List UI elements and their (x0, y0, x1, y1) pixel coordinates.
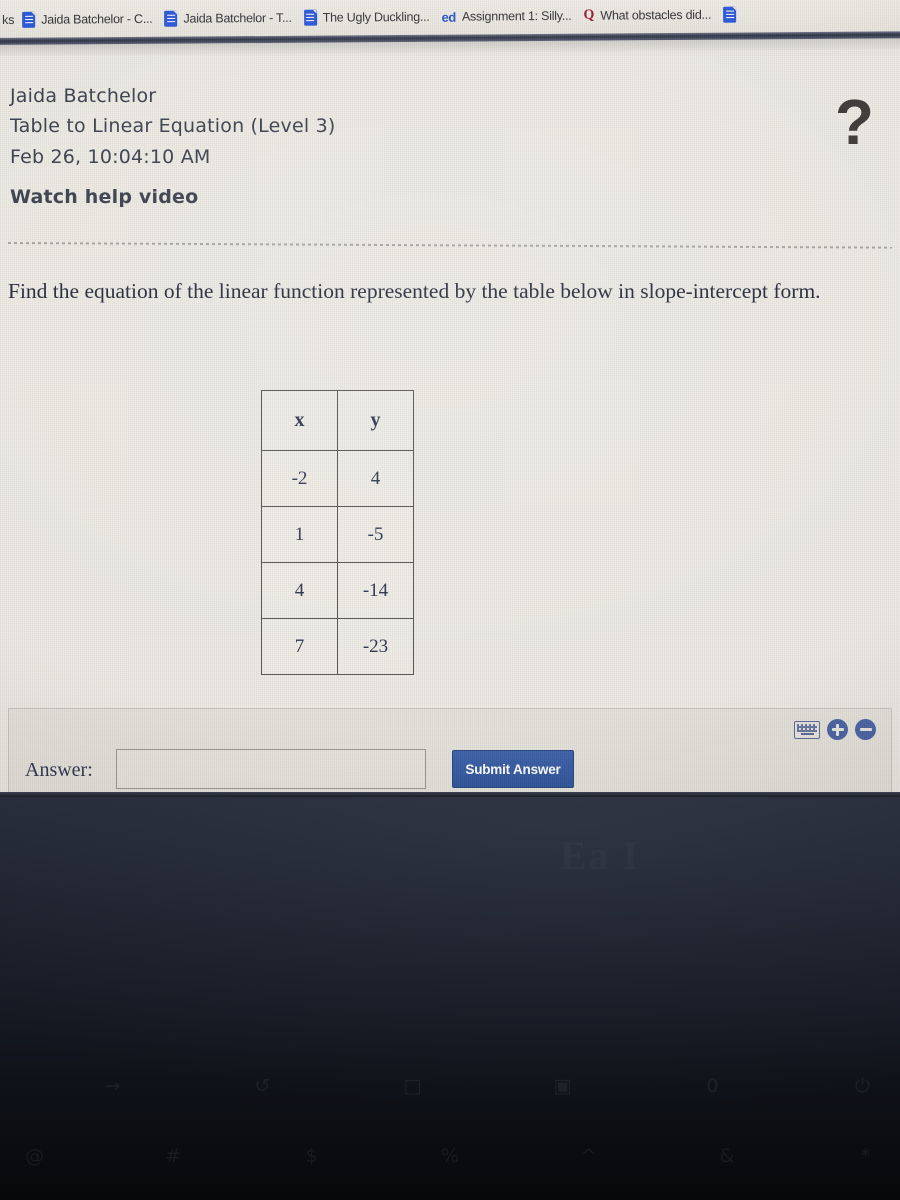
keyboard-key: # (165, 1145, 182, 1167)
keyboard-key (450, 1075, 525, 1097)
screen-glare-reflection: Ea I (560, 833, 641, 878)
keyboard-key-rows: → ↺ □ ▣ 0 ⏻ @ # $% ^ & * (0, 0, 900, 1167)
cell-x: 1 (261, 506, 338, 563)
keyboard-key (300, 1075, 375, 1097)
table-row: 4 -14 (261, 562, 414, 619)
xy-data-table: x y -2 4 1 -5 4 -14 7 -23 (261, 390, 414, 675)
keyboard-icon[interactable] (794, 720, 820, 739)
answer-tools (794, 719, 876, 740)
screen-bezel-edge (0, 792, 900, 797)
keyboard-key (623, 1145, 692, 1167)
keyboard-key (762, 1145, 831, 1167)
answer-bar: Answer: Submit Answer (8, 708, 892, 792)
keyboard-key: → (104, 1075, 121, 1097)
keyboard-key (485, 1145, 554, 1167)
keyboard-key (69, 1145, 138, 1167)
keyboard-key: □ (403, 1075, 422, 1097)
keyboard-key: $ (305, 1145, 318, 1167)
keyboard-key: * (860, 1145, 871, 1167)
zoom-out-icon[interactable] (855, 719, 876, 740)
cell-y: -14 (337, 562, 414, 619)
answer-input[interactable] (116, 749, 426, 789)
cell-y: -23 (337, 618, 414, 675)
keyboard-key (208, 1145, 277, 1167)
keyboard-key: 0 (706, 1075, 719, 1097)
keyboard-key: % (440, 1145, 460, 1167)
table-row: -2 4 (261, 450, 414, 507)
cell-y: 4 (337, 450, 414, 507)
table-row: 7 -23 (261, 618, 414, 675)
keyboard-key: & (719, 1145, 735, 1167)
function-key-row: → ↺ □ ▣ 0 ⏻ (0, 1075, 900, 1097)
keyboard-key (600, 1075, 675, 1097)
number-key-row: @ # $% ^ & * (0, 1145, 900, 1167)
cell-y: -5 (337, 506, 414, 563)
submit-answer-button[interactable]: Submit Answer (452, 750, 574, 788)
zoom-in-icon[interactable] (827, 719, 848, 740)
keyboard-key: ⏻ (854, 1075, 871, 1097)
keyboard-key (346, 1145, 415, 1167)
cell-x: 7 (261, 618, 338, 675)
keyboard-key: ↺ (254, 1075, 271, 1097)
keyboard-key (750, 1075, 825, 1097)
cell-x: 4 (261, 562, 338, 619)
answer-label: Answer: (25, 759, 93, 781)
laptop-photo: ks Jaida Batchelor - C... Jaida Batchelo… (0, 0, 900, 1200)
keyboard-key (0, 1075, 75, 1097)
keyboard-key: ▣ (553, 1075, 572, 1097)
keyboard-key: ^ (580, 1145, 597, 1167)
keyboard-key: @ (25, 1145, 45, 1167)
table-row: 1 -5 (261, 506, 414, 563)
laptop-keyboard-area: Ea I (0, 792, 900, 1200)
cell-x: -2 (261, 450, 338, 507)
keyboard-key (150, 1075, 225, 1097)
